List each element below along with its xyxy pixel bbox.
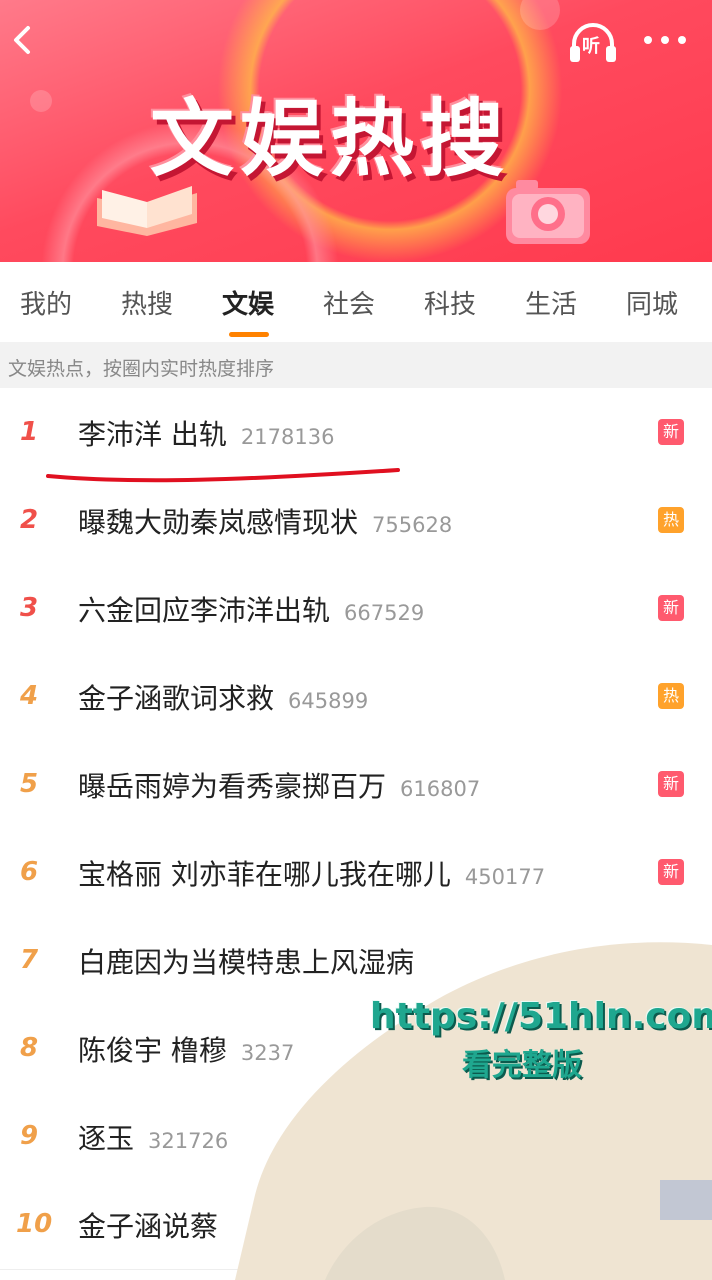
blur-overlay (235, 942, 712, 1280)
rank-number: 5 (20, 769, 39, 799)
rank-number: 2 (20, 505, 39, 535)
list-item[interactable]: 5 曝岳雨婷为看秀豪掷百万 616807 新 (0, 741, 712, 830)
list-item[interactable]: 4 金子涵歌词求救 645899 热 (0, 653, 712, 742)
tab-mine[interactable]: 我的 (20, 284, 72, 321)
heat-count: 2178136 (240, 425, 335, 449)
new-badge: 新 (658, 771, 684, 797)
hero-banner: 听 文娱热搜 (0, 0, 712, 262)
item-title: 金子涵歌词求救 645899 (78, 682, 369, 715)
rank-number: 10 (16, 1209, 53, 1239)
new-badge: 新 (658, 859, 684, 885)
watermark-text: 看完整版 (462, 1048, 582, 1083)
heat-count: 616807 (400, 777, 481, 801)
heat-count: 321726 (148, 1129, 229, 1153)
rank-number: 1 (20, 417, 39, 447)
active-tab-indicator (229, 332, 269, 337)
item-title: 金子涵说蔡 (78, 1210, 219, 1243)
back-arrow-icon[interactable] (6, 22, 42, 58)
category-tabs: 我的 热搜 文娱 社会 科技 生活 同城 (0, 262, 712, 342)
book-icon (97, 186, 197, 236)
rank-number: 6 (20, 857, 39, 887)
heat-count: 755628 (372, 513, 453, 537)
list-item[interactable]: 2 曝魏大勋秦岚感情现状 755628 热 (0, 477, 712, 566)
banner-title: 文娱热搜 (150, 90, 511, 188)
item-title: 曝魏大勋秦岚感情现状 755628 (78, 506, 453, 539)
item-title: 李沛洋 出轨 2178136 (78, 418, 335, 451)
tab-tech[interactable]: 科技 (424, 284, 476, 321)
item-title: 六金回应李沛洋出轨 667529 (78, 594, 425, 627)
rank-number: 8 (20, 1033, 39, 1063)
camera-icon (506, 180, 590, 244)
hot-badge: 热 (658, 683, 684, 709)
item-title: 宝格丽 刘亦菲在哪儿我在哪儿 450177 (78, 858, 546, 891)
new-badge: 新 (658, 419, 684, 445)
tab-local[interactable]: 同城 (626, 284, 678, 321)
heat-count: 667529 (344, 601, 425, 625)
heat-count: 450177 (464, 865, 546, 889)
red-underline-annotation (46, 468, 400, 483)
listen-button[interactable]: 听 (566, 18, 620, 68)
watermark-link: https://51hln.com (370, 996, 712, 1037)
list-description: 文娱热点，按圈内实时热度排序 (0, 342, 712, 388)
tab-hot-search[interactable]: 热搜 (121, 284, 173, 321)
tab-life[interactable]: 生活 (525, 284, 577, 321)
item-title: 曝岳雨婷为看秀豪掷百万 616807 (78, 770, 481, 803)
list-item[interactable]: 3 六金回应李沛洋出轨 667529 新 (0, 565, 712, 654)
list-item[interactable]: 6 宝格丽 刘亦菲在哪儿我在哪儿 450177 新 (0, 829, 712, 918)
rank-number: 4 (20, 681, 39, 711)
hot-badge: 热 (658, 507, 684, 533)
banner-bubble (30, 90, 52, 112)
heat-count: 645899 (288, 689, 369, 713)
tab-society[interactable]: 社会 (323, 284, 375, 321)
more-icon[interactable] (640, 30, 690, 50)
item-title: 逐玉 321726 (78, 1122, 229, 1155)
rank-number: 3 (20, 593, 39, 623)
list-description-text: 文娱热点，按圈内实时热度排序 (8, 358, 275, 380)
rank-number: 7 (20, 945, 39, 975)
new-badge: 新 (658, 595, 684, 621)
tab-entertainment[interactable]: 文娱 (222, 284, 274, 321)
listen-label: 听 (582, 36, 600, 57)
rank-number: 9 (20, 1121, 39, 1151)
